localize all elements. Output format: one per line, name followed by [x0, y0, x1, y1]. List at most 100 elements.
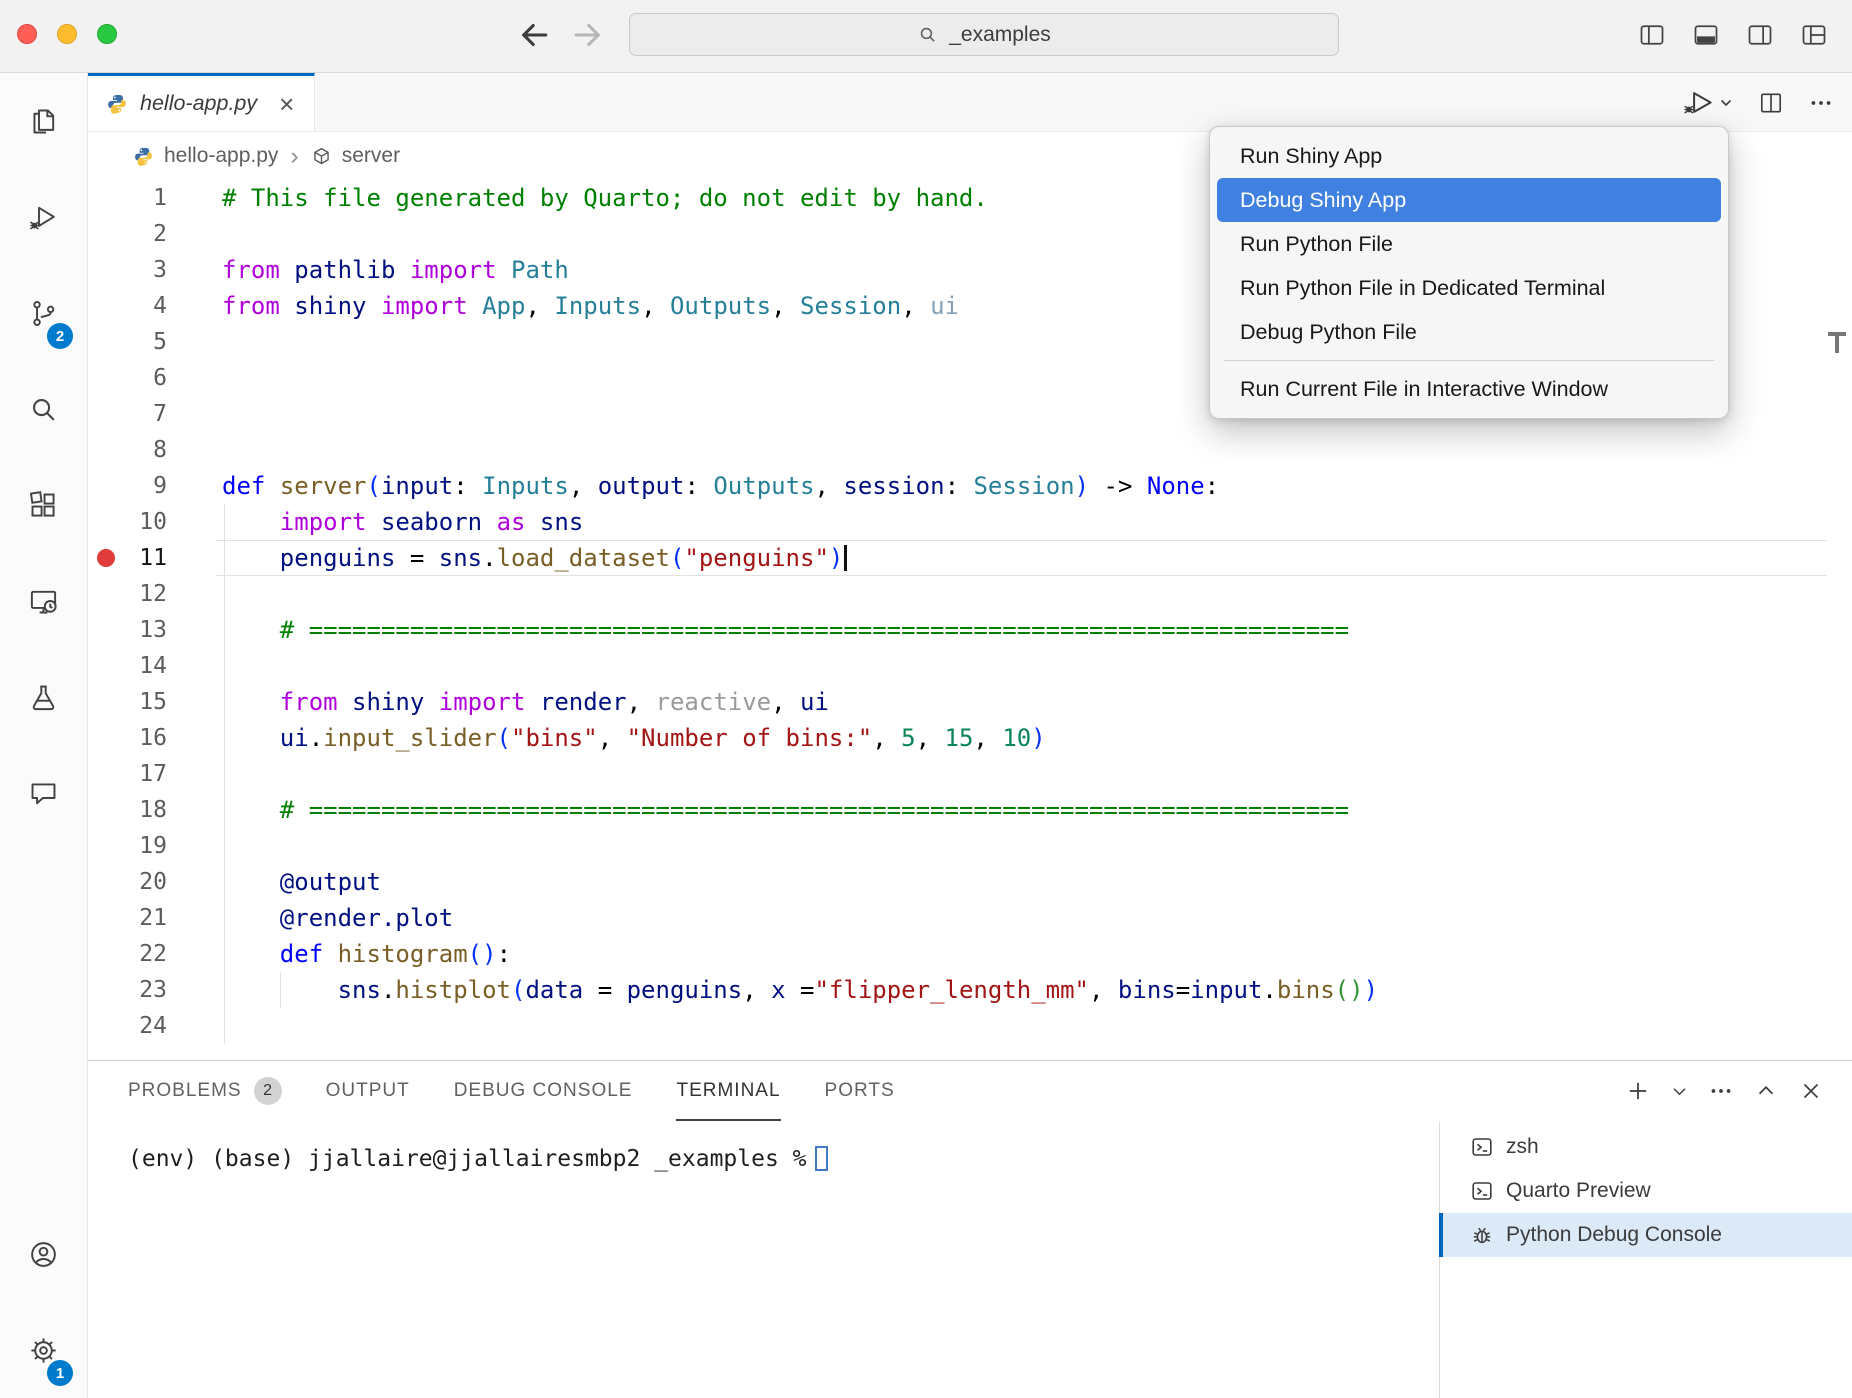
customize-layout-icon[interactable] — [1800, 21, 1828, 49]
terminal-output[interactable]: (env) (base) jjallaire@jjallairesmbp2 _e… — [88, 1121, 1439, 1398]
activity-bar-item-explorer[interactable] — [0, 73, 87, 169]
activity-bar-item-remote-explorer[interactable] — [0, 553, 87, 649]
code-text[interactable]: sns.histplot(data = penguins, x ="flippe… — [222, 972, 1378, 1008]
menu-item-debug-python-file[interactable]: Debug Python File — [1217, 310, 1721, 354]
code-text[interactable]: def histogram(): — [222, 936, 511, 972]
close-window-button[interactable] — [17, 24, 37, 44]
run-python-file-button[interactable] — [1682, 88, 1734, 117]
activity-bar-item-comments[interactable] — [0, 745, 87, 841]
line-number[interactable]: 17 — [88, 756, 180, 792]
code-text[interactable]: def server(input: Inputs, output: Output… — [222, 468, 1219, 504]
launch-profile-chevron-icon[interactable] — [1670, 1082, 1689, 1101]
panel-tab-label: TERMINAL — [676, 1061, 780, 1121]
line-number[interactable]: 12 — [88, 576, 180, 612]
panel-tab-debug-console[interactable]: DEBUG CONSOLE — [432, 1061, 655, 1121]
code-text[interactable]: from pathlib import Path — [222, 252, 569, 288]
activity-bar-item-account[interactable] — [0, 1206, 87, 1302]
menu-item-run-current-file-in-interactive-window[interactable]: Run Current File in Interactive Window — [1217, 367, 1721, 411]
line-number[interactable]: 11 — [88, 540, 180, 576]
window-controls — [17, 24, 117, 44]
panel-tab-output[interactable]: OUTPUT — [304, 1061, 432, 1121]
line-number[interactable]: 18 — [88, 792, 180, 828]
line-number[interactable]: 21 — [88, 900, 180, 936]
new-terminal-button[interactable] — [1625, 1078, 1651, 1104]
line-number[interactable]: 3 — [88, 252, 180, 288]
code-line-22: 22 def histogram(): — [88, 936, 1852, 972]
activity-bar-item-run-and-debug[interactable] — [0, 169, 87, 265]
panel-tab-problems[interactable]: PROBLEMS2 — [128, 1061, 304, 1121]
line-number[interactable]: 22 — [88, 936, 180, 972]
forward-button[interactable] — [569, 16, 607, 54]
toggle-primary-sidebar-icon[interactable] — [1638, 21, 1666, 49]
code-text[interactable]: from shiny import render, reactive, ui — [222, 684, 829, 720]
line-number[interactable]: 13 — [88, 612, 180, 648]
terminal-list-item-python-debug-console[interactable]: Python Debug Console — [1440, 1213, 1852, 1257]
minimize-window-button[interactable] — [57, 24, 77, 44]
search-icon — [28, 394, 59, 425]
activity-bar-item-testing[interactable] — [0, 649, 87, 745]
search-box[interactable]: _examples — [629, 13, 1339, 56]
line-number[interactable]: 4 — [88, 288, 180, 324]
code-text[interactable]: import seaborn as sns — [222, 504, 583, 540]
code-text[interactable]: penguins = sns.load_dataset("penguins") — [222, 540, 847, 576]
code-text[interactable]: @output — [222, 864, 381, 900]
line-number[interactable]: 10 — [88, 504, 180, 540]
code-text[interactable]: from shiny import App, Inputs, Outputs, … — [222, 288, 959, 324]
line-number[interactable]: 1 — [88, 180, 180, 216]
line-number[interactable]: 2 — [88, 216, 180, 252]
back-button[interactable] — [515, 16, 553, 54]
terminal-list: zsh Quarto Preview Python Debug Console — [1439, 1121, 1852, 1398]
activity-bar-item-extensions[interactable] — [0, 457, 87, 553]
panel-tab-terminal[interactable]: TERMINAL — [654, 1061, 802, 1121]
breadcrumb-file[interactable]: hello-app.py — [164, 144, 278, 168]
breakpoint-dot[interactable] — [97, 549, 115, 567]
menu-item-run-python-file-in-dedicated-terminal[interactable]: Run Python File in Dedicated Terminal — [1217, 266, 1721, 310]
line-number[interactable]: 9 — [88, 468, 180, 504]
maximize-panel-button[interactable] — [1753, 1078, 1779, 1104]
toggle-secondary-sidebar-icon[interactable] — [1746, 21, 1774, 49]
split-editor-button[interactable] — [1758, 90, 1784, 116]
activity-bar-item-search[interactable] — [0, 361, 87, 457]
terminal-icon — [1470, 1179, 1494, 1203]
close-tab-icon[interactable]: × — [279, 91, 294, 117]
line-number[interactable]: 23 — [88, 972, 180, 1008]
line-number[interactable]: 7 — [88, 396, 180, 432]
breadcrumb-symbol[interactable]: server — [342, 144, 400, 168]
bottom-panel: PROBLEMS2OUTPUTDEBUG CONSOLE TERMINAL PORT… — [88, 1060, 1852, 1398]
code-text[interactable]: @render.plot — [222, 900, 453, 936]
terminal-list-label: Quarto Preview — [1506, 1179, 1651, 1203]
code-line-11: 11 penguins = sns.load_dataset("penguins… — [88, 540, 1852, 576]
more-actions-button[interactable] — [1808, 90, 1834, 116]
panel-tab-label: PROBLEMS — [128, 1061, 242, 1121]
panel-more-actions-button[interactable] — [1708, 1078, 1734, 1104]
line-number[interactable]: 20 — [88, 864, 180, 900]
line-number[interactable]: 14 — [88, 648, 180, 684]
account-icon — [28, 1239, 59, 1270]
line-number[interactable]: 5 — [88, 324, 180, 360]
close-panel-button[interactable] — [1798, 1078, 1824, 1104]
code-text[interactable]: # This file generated by Quarto; do not … — [222, 180, 988, 216]
menu-item-run-python-file[interactable]: Run Python File — [1217, 222, 1721, 266]
tab-hello-app-py[interactable]: hello-app.py × — [88, 73, 315, 131]
code-text[interactable]: # ======================================… — [222, 792, 1349, 828]
code-text[interactable]: ui.input_slider("bins", "Number of bins:… — [222, 720, 1046, 756]
line-number[interactable]: 8 — [88, 432, 180, 468]
menu-item-debug-shiny-app[interactable]: Debug Shiny App — [1217, 178, 1721, 222]
line-number[interactable]: 6 — [88, 360, 180, 396]
activity-bar-item-settings-gear[interactable]: 1 — [0, 1302, 87, 1398]
toggle-panel-icon[interactable] — [1692, 21, 1720, 49]
code-text[interactable]: # ======================================… — [222, 612, 1349, 648]
activity-bar-item-source-control[interactable]: 2 — [0, 265, 87, 361]
python-file-icon — [106, 93, 128, 115]
zoom-window-button[interactable] — [97, 24, 117, 44]
panel-tab-ports[interactable]: PORTS — [803, 1061, 917, 1121]
line-number[interactable]: 19 — [88, 828, 180, 864]
code-line-15: 15 from shiny import render, reactive, u… — [88, 684, 1852, 720]
terminal-list-item-zsh[interactable]: zsh — [1440, 1125, 1852, 1169]
terminal-list-item-quarto-preview[interactable]: Quarto Preview — [1440, 1169, 1852, 1213]
line-number[interactable]: 24 — [88, 1008, 180, 1044]
line-number[interactable]: 16 — [88, 720, 180, 756]
menu-item-run-shiny-app[interactable]: Run Shiny App — [1217, 134, 1721, 178]
line-number[interactable]: 15 — [88, 684, 180, 720]
chevron-right-icon: › — [290, 144, 298, 169]
